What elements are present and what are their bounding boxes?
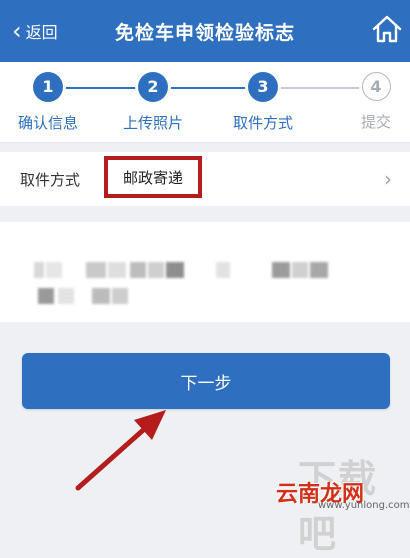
watermark-url: www.yunlong.com bbox=[318, 500, 410, 511]
step-upload-photo: 2 上传照片 bbox=[108, 72, 198, 133]
step-number: 3 bbox=[248, 72, 278, 102]
redacted-text-block bbox=[46, 262, 62, 278]
navbar: ‹ 返回 免检车申领检验标志 bbox=[0, 0, 410, 62]
page-title: 免检车申领检验标志 bbox=[114, 21, 295, 44]
redacted-text-block bbox=[58, 288, 74, 304]
pickup-method-value-text: 邮政寄递 bbox=[122, 168, 183, 187]
step-label: 提交 bbox=[360, 113, 391, 131]
step-label: 确认信息 bbox=[17, 114, 78, 132]
redacted-text-block bbox=[112, 288, 128, 304]
redacted-text-block bbox=[310, 262, 328, 278]
step-pickup-method: 3 取件方式 bbox=[218, 72, 308, 133]
redacted-text-block bbox=[148, 262, 164, 278]
address-info-card bbox=[0, 222, 410, 322]
next-step-button[interactable]: 下一步 bbox=[22, 353, 390, 409]
stepper-track bbox=[48, 87, 362, 89]
step-number: 1 bbox=[33, 72, 63, 102]
pickup-method-label: 取件方式 bbox=[20, 170, 81, 189]
redacted-text-block bbox=[130, 262, 146, 278]
step-label: 上传照片 bbox=[122, 114, 183, 132]
redacted-text-block bbox=[38, 288, 54, 304]
redacted-text-block bbox=[272, 262, 290, 278]
chevron-right-icon: › bbox=[384, 167, 392, 191]
redacted-text-block bbox=[34, 262, 44, 278]
step-label: 取件方式 bbox=[232, 114, 293, 132]
redacted-text-block bbox=[108, 262, 126, 278]
redacted-text-block bbox=[216, 262, 230, 278]
progress-stepper: 1 确认信息 2 上传照片 3 取件方式 4 提交 bbox=[0, 62, 410, 143]
step-number: 2 bbox=[138, 72, 168, 102]
pickup-method-value: 邮政寄递 bbox=[104, 156, 202, 198]
redacted-text-block bbox=[86, 262, 106, 278]
step-number: 4 bbox=[361, 72, 391, 101]
redacted-text-block bbox=[292, 262, 308, 278]
redacted-text-block bbox=[166, 262, 184, 278]
pickup-method-row[interactable]: 取件方式 邮政寄递 › bbox=[0, 152, 410, 206]
home-icon[interactable] bbox=[370, 12, 404, 46]
step-confirm-info: 1 确认信息 bbox=[3, 72, 93, 133]
step-submit: 4 提交 bbox=[331, 72, 410, 132]
redacted-text-block bbox=[92, 288, 110, 304]
